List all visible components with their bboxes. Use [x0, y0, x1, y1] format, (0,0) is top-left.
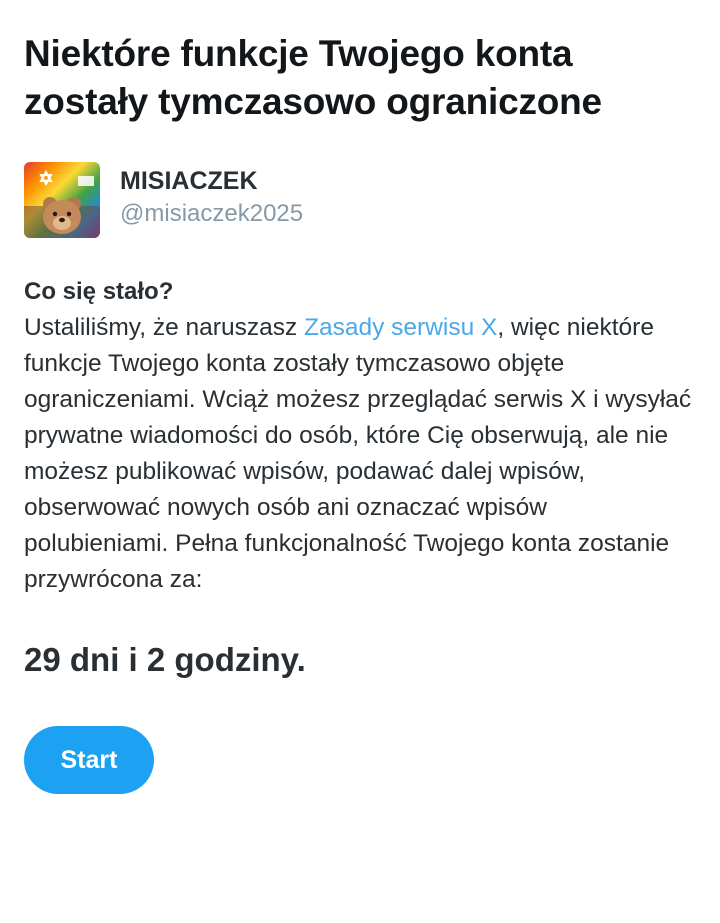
page-title-line-2: zostały tymczasowo ograniczone [24, 81, 602, 122]
start-button[interactable]: Start [24, 726, 154, 794]
account-card: MISIACZEK @misiaczek2025 [24, 162, 696, 238]
explanation-text: Ustaliliśmy, że naruszasz Zasady serwisu… [24, 310, 696, 598]
teddy-bear-avatar-icon [24, 162, 100, 238]
account-handle: @misiaczek2025 [120, 200, 304, 227]
display-name: MISIACZEK [120, 167, 258, 195]
restriction-notice-page: Niektóre funkcje Twojego konta zostały t… [24, 30, 696, 794]
explanation-heading: Co się stało? [24, 278, 174, 305]
explanation-text-after-link: , więc niektóre funkcje Twojego konta zo… [24, 314, 692, 593]
account-identity: MISIACZEK @misiaczek2025 [120, 162, 303, 230]
explanation-section: Co się stało? Ustaliliśmy, że naruszasz … [24, 274, 696, 598]
page-title: Niektóre funkcje Twojego konta zostały t… [24, 30, 696, 126]
rules-link[interactable]: Zasady serwisu X [304, 314, 497, 341]
page-title-line-1: Niektóre funkcje Twojego konta [24, 33, 573, 74]
explanation-text-before-link: Ustaliliśmy, że naruszasz [24, 314, 305, 341]
avatar [24, 162, 100, 238]
restriction-duration: 29 dni i 2 godziny. [24, 641, 306, 678]
